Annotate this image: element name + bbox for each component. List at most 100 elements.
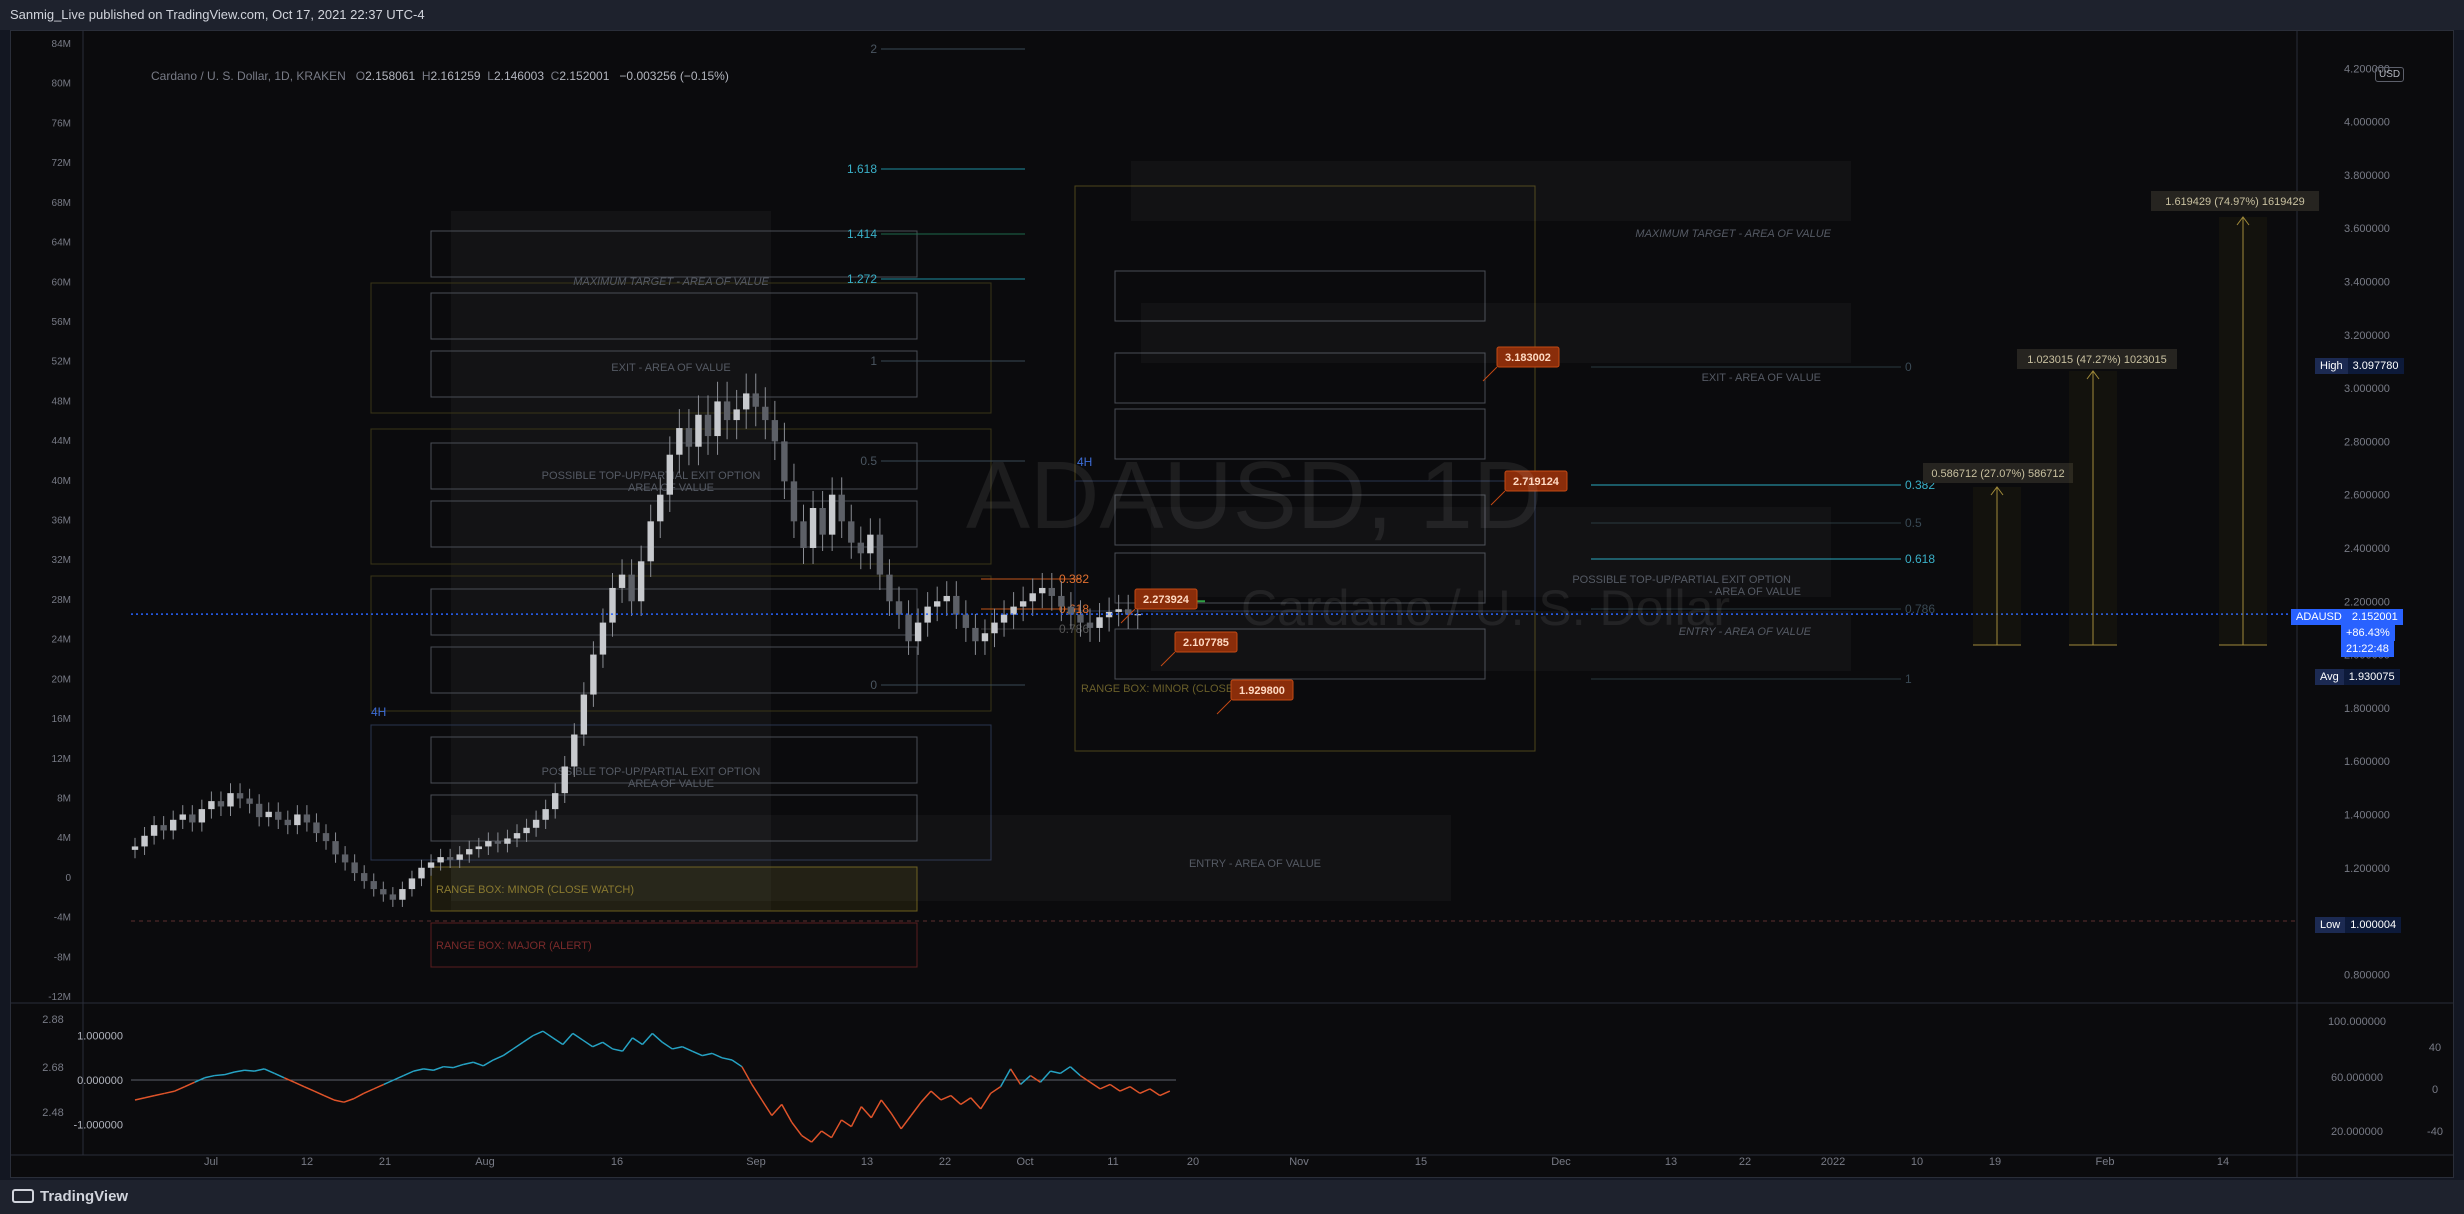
oscillator-segment [821, 1130, 832, 1139]
chart-canvas[interactable]: 0.800000 1.000000 1.200000 1.400000 1.600000… [11, 31, 2453, 1177]
candle-body [867, 534, 874, 554]
candle-body [723, 401, 731, 421]
candle-body [571, 734, 578, 767]
candle-body [972, 627, 979, 642]
oscillator-segment [204, 1074, 215, 1079]
price-tick-label: 3.000000 [2344, 383, 2390, 395]
symbol-title: Cardano / U. S. Dollar, 1D, KRAKEN [151, 69, 346, 83]
candle-body [857, 542, 864, 554]
candle-body [332, 841, 339, 855]
oscillator-segment [542, 1030, 554, 1039]
oscillator-segment [990, 1086, 1002, 1094]
oscillator-segment [999, 1068, 1012, 1088]
oscillator-segment [711, 1052, 723, 1059]
oscillator-segment [1119, 1085, 1131, 1092]
chart-frame[interactable]: 0.800000 1.000000 1.200000 1.400000 1.600000… [10, 30, 2454, 1199]
candle-body [294, 814, 301, 826]
low-badge: Low 1.000004 [2315, 917, 2402, 933]
candle-body [914, 622, 922, 642]
time-tick-label: 13 [1665, 1156, 1677, 1168]
time-tick-label: 12 [301, 1156, 313, 1168]
tradingview-logo[interactable]: TradingView [12, 1188, 128, 1205]
left-axis-tick-label: -12M [48, 992, 71, 1003]
oscillator-segment [751, 1084, 763, 1101]
fib-level-label: 1.618 [847, 162, 877, 176]
oscillator-segment [1159, 1090, 1171, 1097]
price-tick-label: 4.000000 [2344, 117, 2390, 129]
left-axis-tick-label: 60M [52, 277, 71, 288]
symbol-watermark: ADAUSD, 1D [966, 442, 1543, 549]
candle-body [313, 822, 320, 834]
oscillator-segment [880, 1099, 892, 1114]
oscillator-segment [1139, 1088, 1151, 1094]
candle-body [341, 854, 349, 863]
candle-body [179, 814, 186, 820]
oscillator-segment [1129, 1086, 1141, 1094]
oscillator-segment [741, 1066, 753, 1085]
candle-body [236, 793, 244, 799]
left-axis-tick-label: 8M [57, 793, 71, 804]
candle-body [303, 814, 311, 823]
oscillator-segment [612, 1048, 623, 1052]
currency-badge[interactable]: USD [2375, 67, 2405, 82]
oscillator-segment [1089, 1081, 1101, 1090]
candle-body [628, 574, 635, 602]
left-axis-tick-label: 44M [52, 436, 71, 447]
oscillator-segment [492, 1054, 504, 1061]
price-callout-label: 3.183002 [1505, 352, 1551, 364]
candle-body [561, 766, 568, 794]
candle-body [647, 521, 654, 562]
price-tick-label: 1.800000 [2344, 703, 2390, 715]
candle-body [1077, 614, 1084, 623]
left-axis-tick-label: -8M [54, 952, 71, 963]
candle-body [991, 622, 998, 634]
oscillator-segment [582, 1039, 594, 1048]
candle-body [695, 414, 702, 447]
oscillator-segment [383, 1079, 395, 1086]
oscillator-segment [154, 1092, 166, 1097]
oscillator-segment [473, 1061, 484, 1067]
fib-level-label: 1 [870, 354, 877, 368]
oscillator-right-tick: 100.000000 [2328, 1016, 2386, 1028]
zone-label: POSSIBLE TOP-UP/PARTIAL EXIT OPTION [542, 470, 761, 482]
oscillator-segment [1009, 1068, 1022, 1085]
high-badge-value: 3.097780 [2347, 358, 2404, 374]
exit-shade-right [1141, 303, 1851, 363]
left-axis-tick-label: -4M [54, 913, 71, 924]
publisher-text: Sanmig_Live published on TradingView.com… [10, 7, 425, 22]
avg-badge: Avg 1.930075 [2315, 669, 2400, 685]
oscillator-segment [801, 1134, 813, 1143]
left-axis-tick-label: 84M [52, 39, 71, 50]
oscillator-segment [562, 1032, 574, 1046]
avg-badge-value: 1.930075 [2343, 669, 2400, 685]
oscillator-segment [960, 1097, 972, 1106]
oscillator-segment [552, 1037, 564, 1046]
candle-body [370, 881, 377, 890]
candle-body [1019, 601, 1027, 607]
candle-body [790, 481, 798, 522]
oscillator-segment [184, 1081, 196, 1088]
oscillator-segment [900, 1115, 912, 1130]
left-axis-tick-label: 48M [52, 396, 71, 407]
oscillator-segment [174, 1085, 186, 1092]
candle-body [828, 494, 836, 535]
fib-level-label: 0 [1905, 360, 1912, 374]
last-price-value: 2.152001 [2346, 609, 2403, 625]
candle-body [322, 833, 330, 842]
candle-body [1029, 593, 1036, 602]
price-callout-label: 2.107785 [1183, 637, 1229, 649]
candle-body [752, 393, 759, 407]
oscillator-segment [433, 1065, 444, 1071]
projection-label: 1.619429 (74.97%) 1619429 [2165, 196, 2304, 208]
candle-body [781, 441, 788, 482]
candle-body [981, 633, 989, 642]
time-tick-label: 19 [1989, 1156, 2001, 1168]
time-tick-label: 14 [2217, 1156, 2229, 1168]
change-value: −0.003256 (−0.15%) [619, 69, 729, 83]
left-axis-tick-label: 72M [52, 158, 71, 169]
oscillator-segment [860, 1106, 872, 1119]
oscillator-segment [950, 1094, 962, 1105]
time-tick-label: 15 [1415, 1156, 1427, 1168]
zone-label: RANGE BOX: MAJOR (ALERT) [436, 940, 592, 952]
oscillator-segment [632, 1037, 643, 1046]
